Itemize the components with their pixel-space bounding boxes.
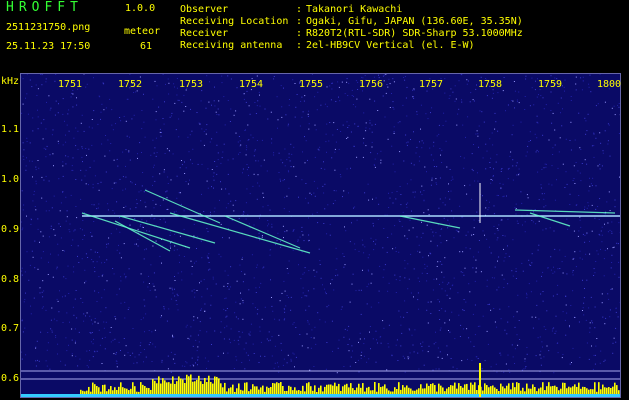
location-label: Receiving Location bbox=[180, 16, 289, 27]
y-tick-0.6: 0.6 bbox=[1, 373, 20, 384]
app-title: HROFFT bbox=[6, 0, 83, 15]
y-tick-1.0: 1.0 bbox=[1, 174, 20, 185]
receiver-value: R820T2(RTL-SDR) SDR-Sharp 53.1000MHz bbox=[306, 28, 523, 39]
antenna-colon: : bbox=[296, 40, 303, 51]
header-panel: HROFFT 1.0.0 2511231750.png 25.11.23 17:… bbox=[0, 0, 629, 72]
y-tick-0.9: 0.9 bbox=[1, 224, 20, 235]
observer-colon: : bbox=[296, 4, 303, 15]
x-tick-1751: 1751 bbox=[58, 79, 83, 90]
x-tick-1754: 1754 bbox=[239, 79, 264, 90]
y-axis-unit: kHz bbox=[1, 76, 20, 87]
x-tick-1800: 1800 bbox=[597, 79, 622, 90]
receiver-label: Receiver bbox=[180, 28, 229, 39]
meteor-label: meteor bbox=[124, 26, 161, 37]
file-name: 2511231750.png bbox=[6, 22, 91, 33]
y-tick-0.7: 0.7 bbox=[1, 323, 20, 334]
meteor-count: 61 bbox=[140, 41, 153, 52]
y-tick-1.1: 1.1 bbox=[1, 124, 20, 135]
antenna-value: 2el-HB9CV Vertical (el. E-W) bbox=[306, 40, 475, 51]
observer-value: Takanori Kawachi bbox=[306, 4, 403, 15]
x-tick-1759: 1759 bbox=[538, 79, 563, 90]
y-tick-0.8: 0.8 bbox=[1, 274, 20, 285]
observer-label: Observer bbox=[180, 4, 229, 15]
antenna-label: Receiving antenna bbox=[180, 40, 283, 51]
x-tick-1755: 1755 bbox=[299, 79, 324, 90]
receiver-colon: : bbox=[296, 28, 303, 39]
location-value: Ogaki, Gifu, JAPAN (136.60E, 35.35N) bbox=[306, 16, 523, 27]
date-time: 25.11.23 17:50 bbox=[6, 41, 91, 52]
app-version: 1.0.0 bbox=[125, 3, 156, 14]
x-tick-1752: 1752 bbox=[118, 79, 143, 90]
location-colon: : bbox=[296, 16, 303, 27]
x-tick-1757: 1757 bbox=[419, 79, 444, 90]
spectrogram-frame bbox=[20, 73, 621, 398]
x-tick-1756: 1756 bbox=[359, 79, 384, 90]
x-tick-1753: 1753 bbox=[179, 79, 204, 90]
x-tick-1758: 1758 bbox=[478, 79, 503, 90]
